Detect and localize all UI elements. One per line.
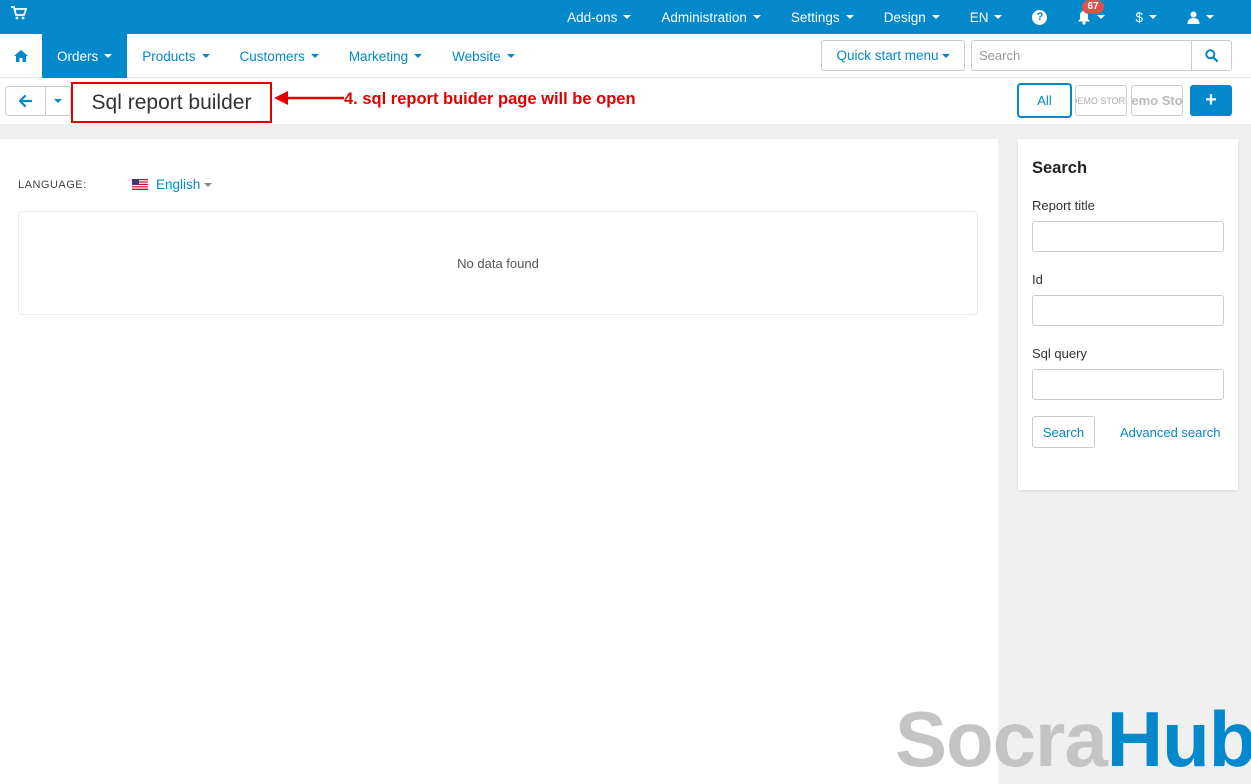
notifications-button[interactable]: 67 — [1062, 0, 1120, 34]
top-nav-administration[interactable]: Administration — [646, 0, 776, 34]
caret-down-icon — [506, 54, 515, 58]
top-nav-settings[interactable]: Settings — [776, 0, 869, 34]
add-report-button[interactable]: + — [1190, 85, 1232, 116]
watermark-part-1: Socra — [895, 695, 1108, 783]
caret-down-icon — [845, 15, 854, 19]
caret-down-icon — [414, 54, 423, 58]
top-nav-language[interactable]: EN — [955, 0, 1018, 34]
id-input[interactable] — [1032, 295, 1224, 326]
sidebar-search-button[interactable]: Search — [1032, 416, 1095, 448]
watermark-part-2: Hub — [1106, 695, 1251, 783]
global-search-input[interactable] — [972, 41, 1191, 70]
caret-down-icon — [1206, 15, 1214, 19]
help-icon: ? — [1032, 9, 1048, 25]
caret-down-icon — [1149, 15, 1157, 19]
main-menu: Orders Products Customers Marketing Webs… — [42, 34, 530, 78]
caret-down-icon — [941, 53, 950, 58]
sql-query-input[interactable] — [1032, 369, 1224, 400]
menu-item-label: Marketing — [348, 48, 409, 64]
currency-label: $ — [1135, 9, 1143, 25]
back-dropdown-button[interactable] — [46, 87, 70, 115]
menu-item-marketing[interactable]: Marketing — [334, 34, 437, 78]
menu-item-label: Products — [142, 48, 196, 64]
menu-item-label: Website — [452, 48, 501, 64]
arrow-left-icon — [19, 95, 32, 107]
menu-item-products[interactable]: Products — [127, 34, 224, 78]
search-icon — [1205, 49, 1218, 62]
main-nav: Orders Products Customers Marketing Webs… — [0, 34, 1251, 78]
store-filter-demo-2[interactable]: emo Sto — [1131, 85, 1183, 116]
caret-down-icon — [623, 15, 632, 19]
menu-item-label: Customers — [239, 48, 305, 64]
caret-down-icon — [204, 182, 213, 187]
top-nav-label: EN — [969, 9, 989, 25]
menu-item-orders[interactable]: Orders — [42, 34, 128, 78]
caret-down-icon — [752, 15, 761, 19]
top-nav-label: Add-ons — [567, 9, 618, 25]
caret-down-icon — [1097, 15, 1106, 19]
top-bar: Add-ons Administration Settings Design E… — [0, 0, 1251, 34]
search-sidebar: Search Report title Id Sql query Search … — [1018, 139, 1238, 490]
us-flag-icon — [132, 179, 148, 190]
menu-item-label: Orders — [57, 48, 99, 64]
top-nav-label: Design — [883, 9, 926, 25]
global-search-button[interactable] — [1191, 41, 1231, 70]
sql-query-label: Sql query — [1032, 346, 1087, 361]
user-menu[interactable] — [1172, 0, 1251, 34]
annotation-text: 4. sql report buider page will be open — [344, 90, 636, 108]
report-title-input[interactable] — [1032, 221, 1224, 252]
top-nav-design[interactable]: Design — [869, 0, 955, 34]
quick-start-menu-button[interactable]: Quick start menu — [821, 40, 965, 71]
menu-item-customers[interactable]: Customers — [225, 34, 334, 78]
top-nav-addons[interactable]: Add-ons — [552, 0, 646, 34]
id-label: Id — [1032, 272, 1043, 287]
help-button[interactable]: ? — [1017, 0, 1062, 34]
global-search — [971, 40, 1232, 71]
empty-state-text: No data found — [457, 255, 539, 271]
caret-down-icon — [310, 54, 319, 58]
notification-badge: 67 — [1082, 0, 1104, 14]
menu-item-website[interactable]: Website — [437, 34, 530, 78]
home-button[interactable] — [0, 34, 42, 78]
language-selector[interactable]: English — [132, 177, 213, 192]
empty-state: No data found — [18, 211, 978, 315]
main-content: LANGUAGE: English No data found — [0, 139, 998, 784]
home-icon — [14, 50, 28, 62]
back-button[interactable] — [6, 87, 46, 115]
caret-down-icon — [931, 15, 940, 19]
sidebar-title: Search — [1032, 159, 1088, 177]
store-filter-all[interactable]: All — [1017, 83, 1072, 118]
language-value: English — [156, 177, 201, 192]
caret-down-icon — [994, 15, 1003, 19]
language-label: LANGUAGE: — [18, 179, 87, 191]
quick-start-label: Quick start menu — [836, 48, 939, 63]
page-title: Sql report builder — [71, 82, 272, 123]
annotation-arrow-icon — [274, 91, 344, 105]
user-icon — [1187, 11, 1200, 24]
report-title-label: Report title — [1032, 198, 1095, 213]
caret-down-icon — [54, 99, 62, 103]
advanced-search-link[interactable]: Advanced search — [1120, 425, 1220, 440]
cart-icon[interactable] — [11, 6, 27, 20]
store-filter-demo-1[interactable]: DEMO STORE — [1075, 85, 1127, 116]
top-nav: Add-ons Administration Settings Design E… — [552, 0, 1251, 34]
top-nav-label: Settings — [790, 9, 840, 25]
socrahub-watermark: SocraHub — [895, 700, 1251, 778]
caret-down-icon — [201, 54, 210, 58]
currency-selector[interactable]: $ — [1120, 0, 1172, 34]
caret-down-icon — [104, 54, 113, 58]
top-nav-label: Administration — [661, 9, 747, 25]
title-bar: Sql report builder 4. sql report buider … — [0, 79, 1251, 124]
back-button-group — [5, 86, 71, 116]
